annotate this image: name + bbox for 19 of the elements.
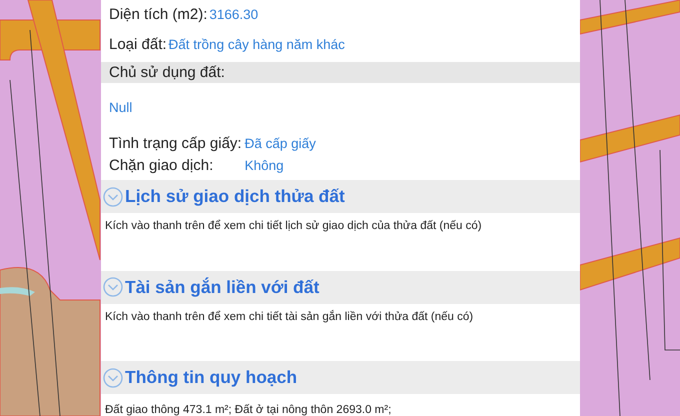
owner-header: Chủ sử dụng đất: — [101, 62, 580, 83]
field-value: Đã cấp giấy — [244, 136, 317, 151]
field-value: 3166.30 — [209, 7, 258, 22]
field-label: Diện tích (m2): — [109, 6, 208, 23]
section-header[interactable]: Thông tin quy hoạch — [101, 361, 580, 394]
field-value: Không — [244, 158, 285, 173]
section-text: Kích vào thanh trên để xem chi tiết tài sản gắn liền với thửa đất (nếu có) — [105, 310, 474, 322]
owner-value: Null — [109, 100, 132, 115]
section-text: Đất giao thông 473.1 m²; Đất ở tại nông thôn 2693.0 m²; — [105, 404, 392, 416]
section-text: Kích vào thanh trên để xem chi tiết lịch sử giao dịch của thửa đất (nếu có) — [105, 220, 482, 232]
section-header[interactable]: Lịch sử giao dịch thửa đất — [101, 180, 580, 213]
field-label: Chặn giao dịch: — [109, 157, 214, 174]
field-label: Tình trạng cấp giấy: — [109, 135, 242, 152]
field-value: Đất trồng cây hàng năm khác — [168, 37, 345, 52]
chevron-down-icon — [103, 368, 123, 388]
field-label: Loại đất: — [109, 36, 167, 53]
chevron-down-icon — [103, 277, 123, 297]
section-header[interactable]: Tài sản gắn liền với đất — [101, 270, 580, 304]
chevron-down-icon — [103, 186, 123, 206]
